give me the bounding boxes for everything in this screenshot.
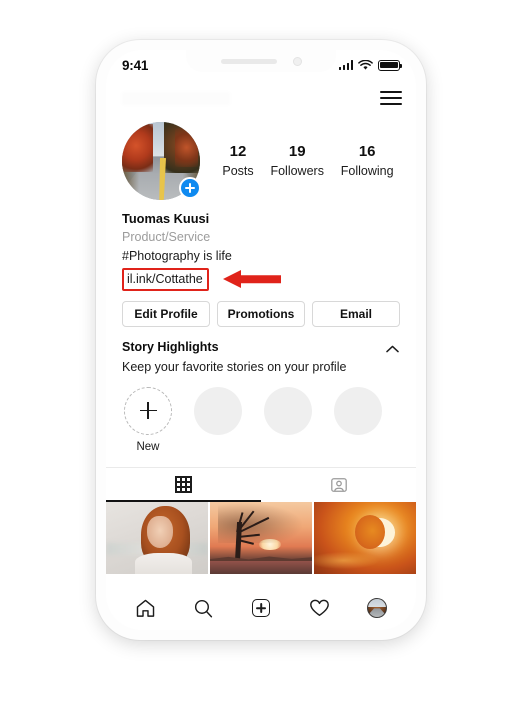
stat-value: 16 — [358, 143, 376, 161]
speaker-grille — [220, 58, 277, 64]
phone-device-frame: 9:41 12 Posts 19 Followers 16 Following … — [96, 40, 426, 640]
grid-icon — [175, 476, 192, 494]
hamburger-menu-icon[interactable] — [380, 87, 402, 110]
bio-link[interactable]: il.ink/Cottathe — [127, 272, 203, 286]
story-highlights-subtitle: Keep your favorite stories on your profi… — [122, 359, 347, 374]
phone-notch — [186, 50, 336, 72]
highlight-new[interactable]: New — [124, 386, 172, 453]
nav-search[interactable] — [187, 594, 219, 622]
front-camera-icon — [292, 56, 302, 66]
stat-value: 19 — [288, 143, 306, 161]
story-highlights-section: Story Highlights Keep your favorite stor… — [106, 327, 416, 453]
profile-avatar-icon — [367, 598, 387, 618]
home-icon — [136, 599, 154, 617]
highlight-placeholder[interactable] — [264, 386, 312, 453]
avatar-wrap — [122, 122, 201, 200]
nav-profile[interactable] — [361, 594, 393, 622]
bio-link-highlight-box: il.ink/Cottathe — [122, 267, 209, 291]
highlight-new-label: New — [136, 440, 160, 453]
nav-home[interactable] — [129, 594, 161, 622]
tagged-tab[interactable] — [261, 468, 416, 502]
bio-section: Tuomas Kuusi Product/Service #Photograph… — [106, 200, 416, 291]
bio-text: #Photography is life — [122, 248, 232, 263]
search-icon — [194, 599, 212, 617]
nav-add[interactable] — [245, 594, 277, 622]
profile-row: 12 Posts 19 Followers 16 Following — [106, 116, 416, 200]
story-highlights-header: Story Highlights Keep your favorite stor… — [122, 338, 400, 377]
profile-tabs — [106, 466, 416, 502]
story-highlights-row: New — [122, 377, 400, 453]
add-post-icon — [252, 599, 270, 617]
grid-photo[interactable] — [314, 501, 416, 574]
stat-posts[interactable]: 12 Posts — [222, 142, 253, 179]
grid-photo[interactable] — [210, 501, 312, 574]
wifi-icon — [358, 59, 373, 70]
edit-profile-button[interactable]: Edit Profile — [122, 300, 210, 327]
profile-category: Product/Service — [122, 230, 211, 245]
profile-action-buttons: Edit Profile Promotions Email — [106, 291, 416, 327]
plus-icon — [124, 386, 172, 435]
highlight-placeholder[interactable] — [194, 386, 242, 453]
red-left-arrow-icon — [222, 270, 281, 289]
bio-link-row: il.ink/Cottathe — [122, 267, 400, 291]
photo-grid — [106, 501, 416, 574]
stat-followers[interactable]: 19 Followers — [270, 142, 324, 179]
tagged-person-icon — [330, 477, 347, 492]
stat-label: Following — [340, 163, 394, 178]
heart-icon — [309, 599, 329, 616]
add-story-plus-icon[interactable] — [179, 177, 201, 199]
status-time: 9:41 — [122, 57, 149, 73]
stat-value: 12 — [229, 143, 247, 161]
story-highlights-title: Story Highlights — [122, 339, 219, 354]
promotions-button[interactable]: Promotions — [217, 300, 305, 327]
profile-stats: 12 Posts 19 Followers 16 Following — [200, 142, 402, 179]
app-header — [106, 80, 416, 116]
signal-bars-icon — [338, 60, 353, 70]
email-button[interactable]: Email — [312, 300, 400, 327]
phone-screen: 9:41 12 Posts 19 Followers 16 Following … — [106, 50, 416, 630]
grid-photo[interactable] — [106, 501, 208, 574]
stat-label: Posts — [222, 163, 254, 178]
profile-display-name: Tuomas Kuusi — [122, 211, 210, 226]
battery-icon — [378, 59, 403, 71]
stat-following[interactable]: 16 Following — [341, 142, 394, 179]
bottom-nav — [106, 586, 416, 630]
status-icons — [338, 59, 403, 71]
nav-activity[interactable] — [303, 594, 335, 622]
header-username-redacted — [122, 91, 230, 105]
posts-grid-tab[interactable] — [106, 468, 261, 502]
highlight-placeholder[interactable] — [334, 386, 382, 453]
stat-label: Followers — [270, 163, 324, 178]
chevron-up-icon[interactable] — [384, 341, 400, 357]
